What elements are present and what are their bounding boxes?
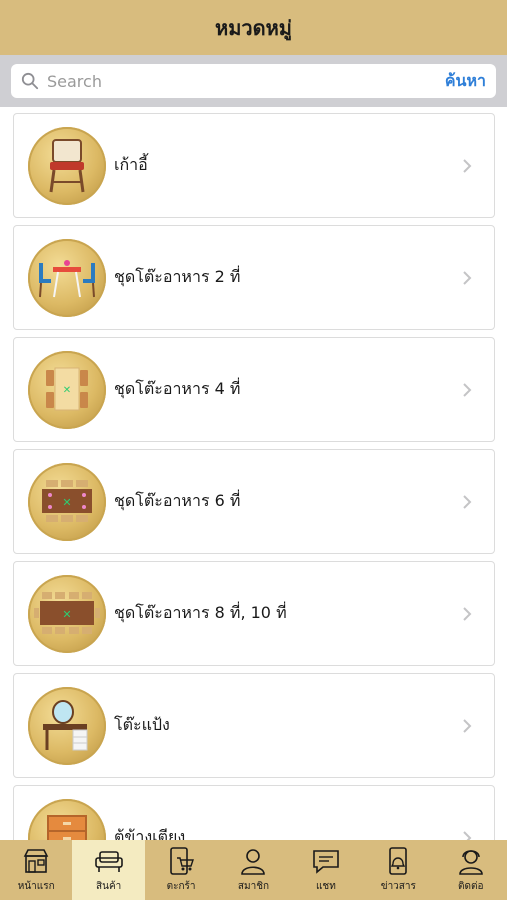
dining-set-2-icon xyxy=(28,238,106,317)
list-item-label: ชุดโต๊ะอาหาร 2 ที่ xyxy=(114,267,241,286)
dining-set-4-icon: ✕ xyxy=(28,350,106,429)
bedside-cabinet-icon xyxy=(28,798,106,840)
tab-home[interactable]: หน้าแรก xyxy=(0,840,72,900)
chair-icon xyxy=(28,126,106,205)
svg-text:✕: ✕ xyxy=(62,496,71,509)
chevron-right-icon xyxy=(463,718,472,733)
tab-label: ตะกร้า xyxy=(166,881,196,892)
news-icon xyxy=(389,847,408,875)
list-item-label: ชุดโต๊ะอาหาร 4 ที่ xyxy=(114,379,241,398)
list-item-dining-set-8[interactable]: ✕ ชุดโต๊ะอาหาร 8 ที่, 10 ที่ xyxy=(13,561,495,666)
search-button[interactable]: ค้นหา xyxy=(445,69,486,94)
search-box: ค้นหา xyxy=(11,64,496,98)
category-list: เก้าอี้ ชุดโต๊ะอาหาร 2 ที่ ✕ ชุดโต๊ะอาหา… xyxy=(0,107,507,840)
tab-news[interactable]: ข่าวสาร xyxy=(362,840,434,900)
tab-contact[interactable]: ติดต่อ xyxy=(435,840,507,900)
list-item-dining-set-4[interactable]: ✕ ชุดโต๊ะอาหาร 4 ที่ xyxy=(13,337,495,442)
list-item-label: เก้าอี้ xyxy=(114,155,148,174)
tab-chat[interactable]: แชท xyxy=(290,840,362,900)
search-bar: ค้นหา xyxy=(0,55,507,107)
list-item-bedside-cabinet[interactable]: ตู้ข้างเตียง xyxy=(13,785,495,840)
list-item-label: ตู้ข้างเตียง xyxy=(114,827,186,840)
list-item-dining-set-2[interactable]: ชุดโต๊ะอาหาร 2 ที่ xyxy=(13,225,495,330)
svg-text:✕: ✕ xyxy=(63,385,71,396)
chat-icon xyxy=(313,850,339,874)
tab-label: ข่าวสาร xyxy=(380,881,416,892)
cart-icon xyxy=(170,847,195,875)
search-input[interactable] xyxy=(47,71,445,91)
member-icon xyxy=(241,849,266,875)
tab-products[interactable]: สินค้า xyxy=(72,840,145,900)
dining-set-6-icon: ✕ xyxy=(28,462,106,541)
dressing-table-icon xyxy=(28,686,106,765)
bottom-tab-bar: หน้าแรก สินค้า ตะกร้า สมาชิก แชท ข่าวสาร… xyxy=(0,840,507,900)
sofa-icon xyxy=(94,851,123,872)
list-item-dining-set-6[interactable]: ✕ ชุดโต๊ะอาหาร 6 ที่ xyxy=(13,449,495,554)
tab-label: สมาชิก xyxy=(237,881,270,892)
chevron-right-icon xyxy=(463,270,472,285)
store-icon xyxy=(23,849,49,873)
tab-label: แชท xyxy=(315,881,336,892)
chevron-right-icon xyxy=(463,830,472,840)
list-item-chairs[interactable]: เก้าอี้ xyxy=(13,113,495,218)
chevron-right-icon xyxy=(463,606,472,621)
tab-label: สินค้า xyxy=(96,881,122,892)
dining-set-8-icon: ✕ xyxy=(28,574,106,653)
list-item-label: ชุดโต๊ะอาหาร 6 ที่ xyxy=(114,491,241,510)
chevron-right-icon xyxy=(463,158,472,173)
tab-cart[interactable]: ตะกร้า xyxy=(145,840,217,900)
page-title: หมวดหมู่ xyxy=(215,15,292,40)
tab-member[interactable]: สมาชิก xyxy=(217,840,289,900)
tab-label: หน้าแรก xyxy=(17,881,55,892)
list-item-dressing-table[interactable]: โต๊ะแป้ง xyxy=(13,673,495,778)
search-icon xyxy=(21,72,39,90)
chevron-right-icon xyxy=(463,494,472,509)
list-item-label: ชุดโต๊ะอาหาร 8 ที่, 10 ที่ xyxy=(114,603,287,622)
contact-icon xyxy=(458,850,483,875)
tab-label: ติดต่อ xyxy=(457,881,484,892)
list-item-label: โต๊ะแป้ง xyxy=(114,715,170,734)
svg-text:✕: ✕ xyxy=(62,608,71,621)
header-bar: หมวดหมู่ xyxy=(0,0,507,55)
chevron-right-icon xyxy=(463,382,472,397)
